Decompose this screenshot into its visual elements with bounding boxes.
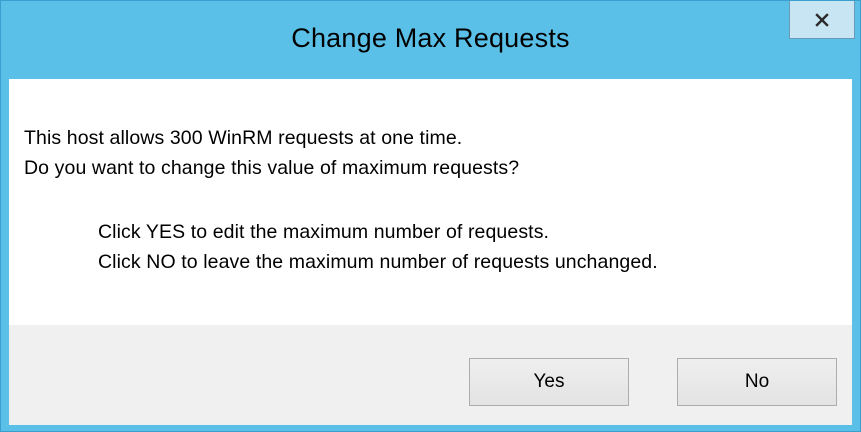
- no-button[interactable]: No: [677, 358, 837, 406]
- close-icon: [815, 12, 829, 27]
- dialog-title: Change Max Requests: [291, 23, 570, 53]
- message-line-no-hint: Click NO to leave the maximum number of …: [98, 251, 658, 273]
- title-bar[interactable]: Change Max Requests: [1, 1, 860, 79]
- message-area: This host allows 300 WinRM requests at o…: [9, 79, 852, 325]
- dialog-window: Change Max Requests This host allows 300…: [0, 0, 861, 432]
- message-line-host-allows: This host allows 300 WinRM requests at o…: [24, 127, 463, 149]
- message-line-yes-hint: Click YES to edit the maximum number of …: [98, 221, 550, 243]
- button-bar: Yes No: [9, 325, 852, 425]
- message-line-question: Do you want to change this value of maxi…: [24, 157, 520, 179]
- yes-button[interactable]: Yes: [469, 358, 629, 406]
- close-button[interactable]: [789, 1, 855, 39]
